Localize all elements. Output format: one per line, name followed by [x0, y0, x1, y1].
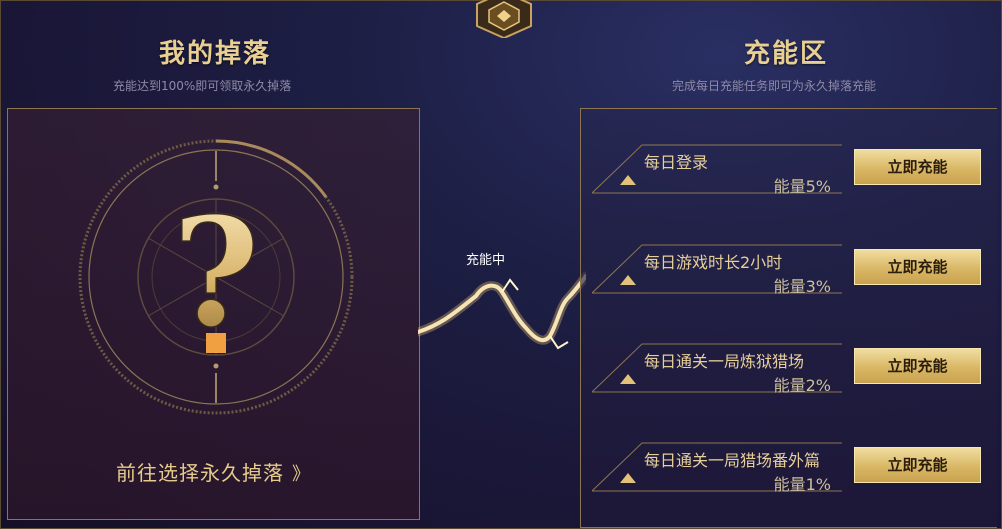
task-energy: 能量2%	[773, 376, 831, 395]
task-daily-login: 每日登录 能量5% 立即充能	[592, 143, 987, 213]
charge-now-button[interactable]: 立即充能	[854, 149, 981, 185]
task-name: 每日通关一局猎场番外篇	[644, 451, 821, 470]
drops-title: 我的掉落	[159, 39, 272, 69]
task-purgatory-hunt: 每日通关一局炼狱猎场 能量2% 立即充能	[592, 342, 987, 412]
lightning-effect	[418, 271, 586, 350]
task-name: 每日游戏时长2小时	[644, 253, 783, 272]
charge-now-button[interactable]: 立即充能	[854, 348, 981, 384]
double-arrow-right-icon: 》	[292, 464, 311, 485]
task-energy: 能量5%	[773, 177, 831, 196]
task-energy: 能量1%	[773, 475, 831, 494]
my-drops-panel: ? 前往选择永久掉落》	[7, 108, 420, 520]
drops-subtitle: 充能达到100%即可领取永久掉落	[113, 79, 292, 93]
goto-link-text: 前往选择永久掉落	[116, 461, 284, 485]
task-hunt-extra: 每日通关一局猎场番外篇 能量1% 立即充能	[592, 441, 987, 511]
charge-zone-panel: 每日登录 能量5% 立即充能 每日游戏时长2小时 能量3% 立即充能 每日通关一…	[580, 108, 997, 528]
emblem-icon	[476, 0, 532, 38]
charge-now-button[interactable]: 立即充能	[854, 447, 981, 483]
charging-status: 充能中	[466, 253, 506, 268]
task-name: 每日通关一局炼狱猎场	[644, 352, 805, 371]
charge-zone-title: 充能区	[744, 39, 829, 69]
task-energy: 能量3%	[773, 277, 831, 296]
charge-zone-subtitle: 完成每日充能任务即可为永久掉落充能	[672, 79, 877, 93]
charge-dial: ?	[78, 139, 354, 415]
charge-now-button[interactable]: 立即充能	[854, 249, 981, 285]
goto-select-drop-link[interactable]: 前往选择永久掉落》	[8, 457, 419, 486]
task-name: 每日登录	[644, 153, 709, 172]
mystery-dot	[206, 333, 226, 353]
task-play-time: 每日游戏时长2小时 能量3% 立即充能	[592, 243, 987, 313]
